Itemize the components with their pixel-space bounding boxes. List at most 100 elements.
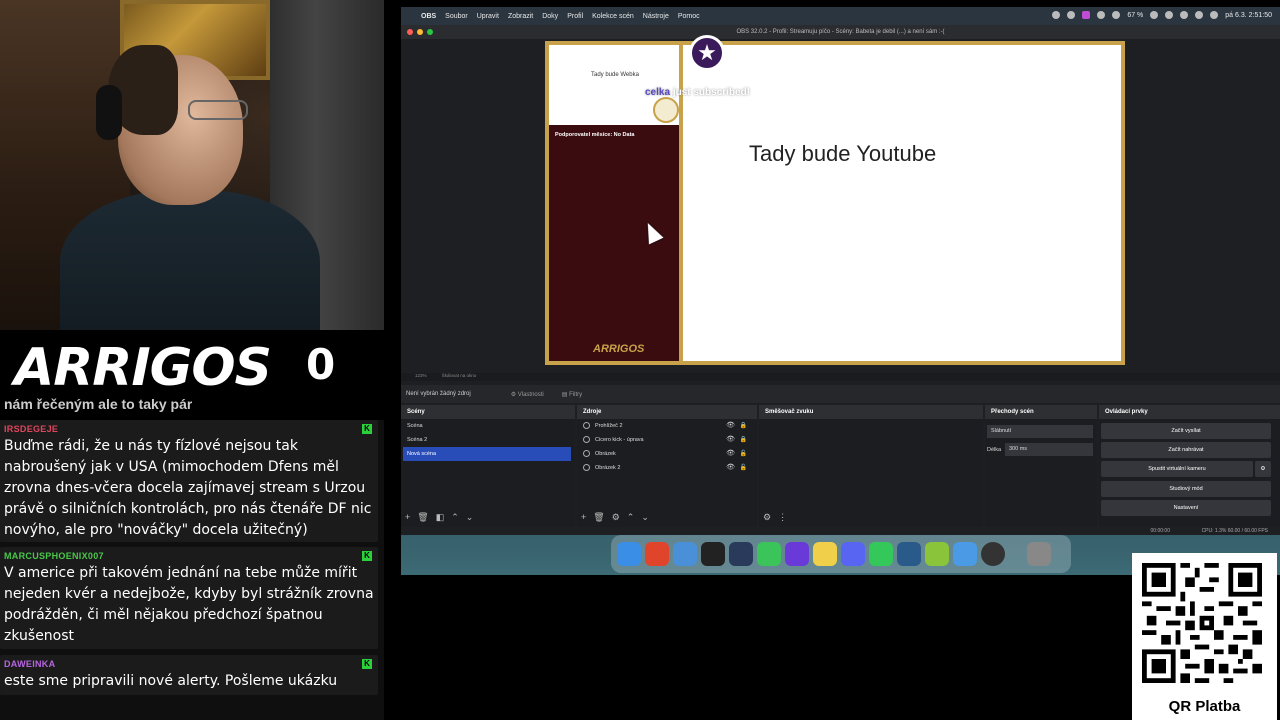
source-item[interactable]: Obrázek 👁 🔓 bbox=[581, 447, 753, 461]
source-item[interactable]: Obrázek 2 👁 🔓 bbox=[581, 461, 753, 475]
record-icon[interactable] bbox=[1112, 11, 1121, 19]
finder-icon[interactable] bbox=[617, 542, 641, 566]
move-down-icon[interactable]: ⌄ bbox=[641, 512, 649, 523]
cloud-icon[interactable] bbox=[1067, 11, 1076, 19]
unlock-icon[interactable]: 🔓 bbox=[740, 461, 747, 475]
app-icon[interactable] bbox=[897, 542, 921, 566]
move-down-icon[interactable]: ⌄ bbox=[466, 512, 474, 523]
menu-doky[interactable]: Doky bbox=[542, 13, 558, 20]
obs-icon[interactable] bbox=[981, 542, 1005, 566]
chat-text: V americe při takovém jednání na tebe mů… bbox=[4, 565, 374, 644]
messages-icon[interactable] bbox=[869, 542, 893, 566]
visibility-icon[interactable]: 👁 bbox=[726, 461, 735, 475]
add-scene-icon[interactable]: + bbox=[405, 512, 410, 523]
canva-icon[interactable] bbox=[785, 542, 809, 566]
duration-input[interactable]: 300 ms bbox=[1005, 443, 1093, 456]
zoom-window-button[interactable] bbox=[427, 29, 433, 35]
visibility-icon[interactable]: 👁 bbox=[726, 433, 735, 447]
browser-icon[interactable] bbox=[953, 542, 977, 566]
davinci-icon[interactable] bbox=[729, 542, 753, 566]
brave-icon[interactable] bbox=[645, 542, 669, 566]
chat-username: DAWEINKA bbox=[4, 659, 56, 669]
trash-icon[interactable] bbox=[1027, 542, 1051, 566]
brand-counter: 0 bbox=[306, 340, 336, 389]
move-up-icon[interactable]: ⌃ bbox=[451, 512, 459, 523]
notes-icon[interactable] bbox=[813, 542, 837, 566]
source-settings-icon[interactable]: ⚙ bbox=[612, 512, 620, 523]
menu-profil[interactable]: Profil bbox=[567, 13, 583, 20]
remove-scene-icon[interactable]: 🗑 bbox=[417, 512, 428, 523]
scene-filters-icon[interactable]: ◧ bbox=[436, 512, 445, 523]
cloud-app-icon[interactable] bbox=[925, 542, 949, 566]
start-virtual-camera-button[interactable]: Spustit virtuální kameru bbox=[1101, 461, 1253, 477]
menubar-clock: pá 6.3. 2:51:50 bbox=[1225, 11, 1272, 19]
source-item[interactable]: Prohlížeč 2 👁 🔒 bbox=[581, 419, 753, 433]
menu-soubor[interactable]: Soubor bbox=[445, 13, 468, 20]
scene-item-active[interactable]: Nová scéna bbox=[403, 447, 571, 461]
menu-nastroje[interactable]: Nástroje bbox=[643, 13, 669, 20]
virtual-camera-settings-icon[interactable]: ⚙ bbox=[1255, 461, 1271, 477]
kick-badge-icon: K bbox=[362, 551, 372, 561]
subscriber-stamp bbox=[653, 97, 679, 123]
obs-preview[interactable]: Tady bude Webka Podporovatel měsíce: No … bbox=[401, 35, 1280, 373]
menu-app[interactable]: OBS bbox=[421, 13, 436, 20]
battery-percent: 67 % bbox=[1127, 11, 1144, 19]
mail-icon[interactable] bbox=[673, 542, 697, 566]
transition-select[interactable]: Slábnutí bbox=[987, 425, 1093, 438]
menu-upravit[interactable]: Upravit bbox=[477, 13, 499, 20]
qr-label: QR Platba bbox=[1168, 698, 1241, 715]
settings-button[interactable]: Nastavení bbox=[1101, 500, 1271, 516]
start-recording-button[interactable]: Začít nahrávat bbox=[1101, 442, 1271, 458]
battery-icon[interactable] bbox=[1150, 11, 1159, 19]
filters-button[interactable]: ▤ Filtry bbox=[562, 391, 582, 398]
mixer-settings-icon[interactable]: ⚙ bbox=[763, 512, 771, 523]
start-streaming-button[interactable]: Začít vysílat bbox=[1101, 423, 1271, 439]
lock-icon[interactable]: 🔒 bbox=[740, 433, 747, 447]
wifi-icon[interactable] bbox=[1180, 11, 1189, 19]
zoom-mode[interactable]: Škálovat na okno bbox=[442, 373, 477, 378]
app-icon[interactable] bbox=[701, 542, 725, 566]
properties-button[interactable]: ⚙ Vlastnosti bbox=[511, 391, 544, 398]
menu-zobrazit[interactable]: Zobrazit bbox=[508, 13, 533, 20]
visibility-icon[interactable]: 👁 bbox=[726, 419, 735, 433]
obs-window-title: OBS 32.0.2 - Profil: Streamuju píčo - Sc… bbox=[401, 25, 1280, 39]
scenes-dock-title: Scény bbox=[401, 405, 575, 419]
scene-item[interactable]: Scéna bbox=[403, 419, 571, 433]
camera-icon[interactable] bbox=[1097, 11, 1106, 19]
scene-item[interactable]: Scéna 2 bbox=[403, 433, 571, 447]
sources-dock: Zdroje Prohlížeč 2 👁 🔒 Cicero kick - úpr… bbox=[577, 405, 757, 527]
chat-username: MARCUSPHOENIX007 bbox=[4, 551, 104, 561]
move-up-icon[interactable]: ⌃ bbox=[627, 512, 635, 523]
brand-logo: ARRIGOS bbox=[14, 338, 272, 398]
discord-icon[interactable] bbox=[841, 542, 865, 566]
green-app-icon[interactable] bbox=[757, 542, 781, 566]
kick-badge-icon: K bbox=[362, 659, 372, 669]
close-window-button[interactable] bbox=[407, 29, 413, 35]
zoom-value[interactable]: 123% bbox=[415, 373, 427, 378]
cpu-fps: CPU: 1.3% 60.00 / 60.00 FPS bbox=[1201, 528, 1268, 534]
minimize-window-button[interactable] bbox=[417, 29, 423, 35]
menu-pomoc[interactable]: Pomoc bbox=[678, 13, 700, 20]
menu-kolekce[interactable]: Kolekce scén bbox=[592, 13, 634, 20]
status-icon[interactable] bbox=[1052, 11, 1061, 19]
studio-mode-button[interactable]: Studiový mód bbox=[1101, 481, 1271, 497]
supporter-label: Podporovatel měsíce: No Data bbox=[555, 132, 635, 138]
remove-source-icon[interactable]: 🗑 bbox=[593, 512, 604, 523]
transitions-dock-title: Přechody scén bbox=[985, 405, 1097, 419]
controls-dock: Ovládací prvky Začít vysílat Začít nahrá… bbox=[1099, 405, 1280, 527]
control-center-icon[interactable] bbox=[1210, 11, 1219, 19]
scene-canvas[interactable]: Tady bude Webka Podporovatel měsíce: No … bbox=[545, 35, 1125, 365]
unlock-icon[interactable]: 🔓 bbox=[740, 447, 747, 461]
subscriber-message: just subscribed! bbox=[672, 87, 751, 98]
duration-label: Délka bbox=[987, 447, 1002, 453]
bluetooth-icon[interactable] bbox=[1165, 11, 1174, 19]
browser-source-icon bbox=[583, 422, 590, 429]
add-source-icon[interactable]: + bbox=[581, 512, 586, 523]
search-icon[interactable] bbox=[1195, 11, 1204, 19]
chat-clipped-line: nám řečeným ale to taky pár bbox=[4, 398, 193, 412]
more-options-icon[interactable]: ⋮ bbox=[778, 512, 787, 523]
obs-status-icon[interactable] bbox=[1082, 11, 1091, 19]
lock-icon[interactable]: 🔒 bbox=[740, 419, 747, 433]
visibility-icon[interactable]: 👁 bbox=[726, 447, 735, 461]
source-item[interactable]: Cicero kick - úprava 👁 🔒 bbox=[581, 433, 753, 447]
